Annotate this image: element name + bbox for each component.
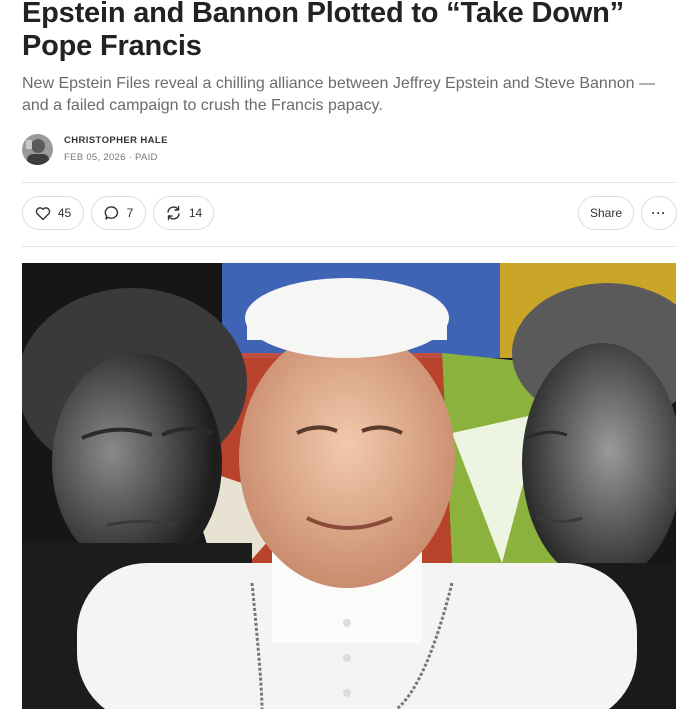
comment-bubble-icon xyxy=(104,205,120,221)
byline: CHRISTOPHER HALE FEB 05, 2026 · PAID xyxy=(22,132,168,166)
comment-button[interactable]: 7 xyxy=(91,196,146,230)
article-title: Epstein and Bannon Plotted to “Take Down… xyxy=(22,0,624,62)
post-meta: FEB 05, 2026 · PAID xyxy=(64,151,158,163)
hero-image[interactable] xyxy=(22,263,676,709)
ellipsis-icon: ··· xyxy=(651,206,667,220)
like-count: 45 xyxy=(57,206,72,220)
author-avatar[interactable] xyxy=(22,133,53,165)
comment-count: 7 xyxy=(126,206,134,220)
heart-icon xyxy=(35,206,51,221)
restack-count: 14 xyxy=(188,206,203,220)
restack-button[interactable]: 14 xyxy=(153,196,214,230)
share-button[interactable]: Share xyxy=(578,196,634,230)
action-bar: 45 7 14 Share ··· xyxy=(22,196,677,232)
author-name[interactable]: CHRISTOPHER HALE xyxy=(64,134,168,148)
more-options-button[interactable]: ··· xyxy=(641,196,677,230)
like-button[interactable]: 45 xyxy=(22,196,84,230)
divider xyxy=(22,246,676,247)
restack-arrows-icon xyxy=(165,205,182,221)
share-label: Share xyxy=(589,206,623,220)
article-subtitle: New Epstein Files reveal a chilling alli… xyxy=(22,75,655,114)
divider xyxy=(22,182,676,183)
